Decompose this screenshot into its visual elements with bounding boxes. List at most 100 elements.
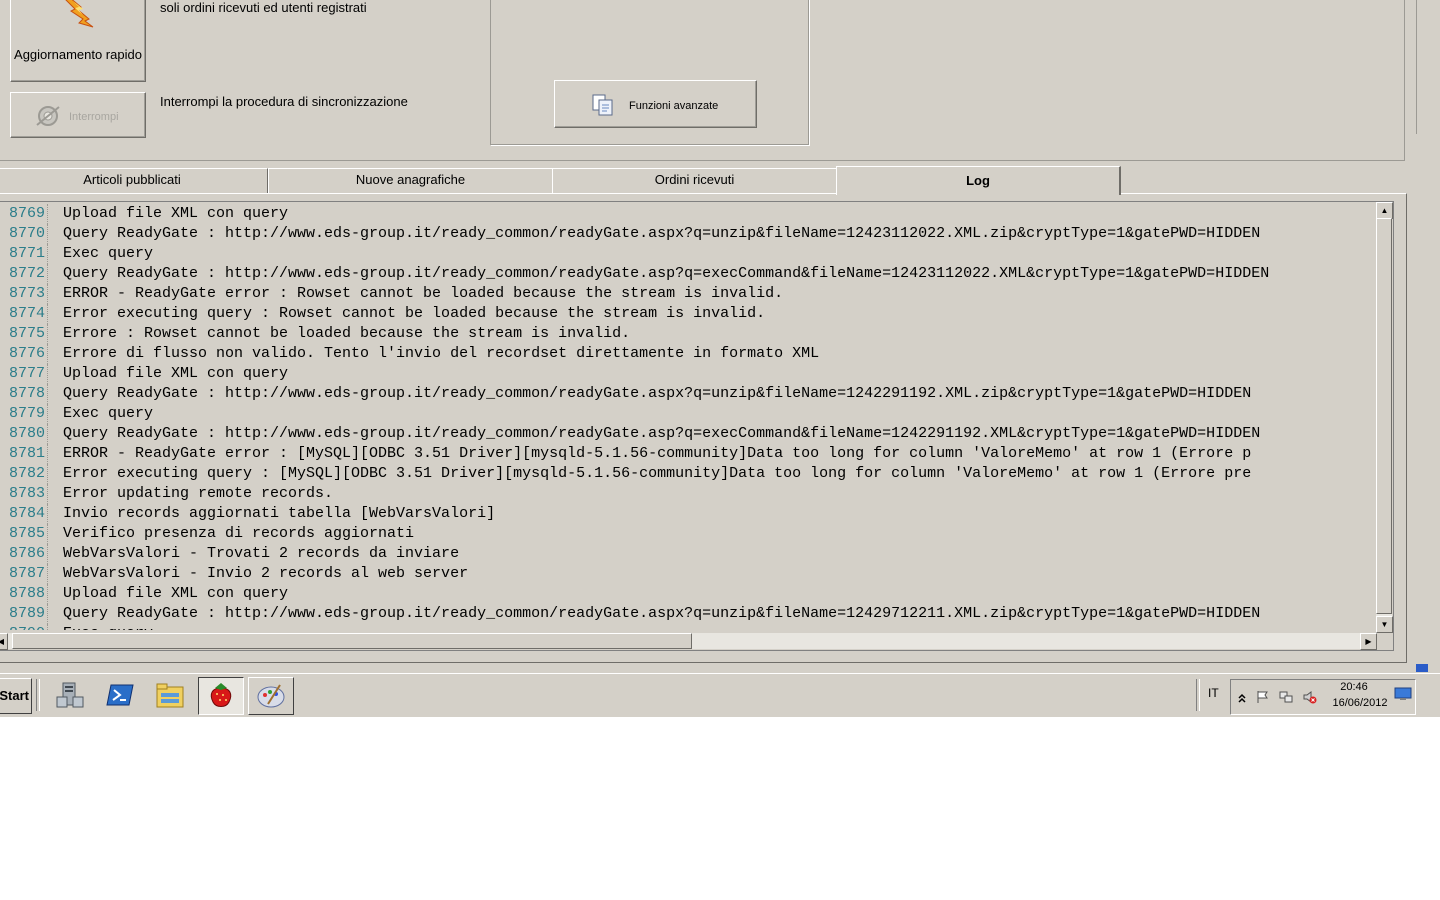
log-line-text: Query ReadyGate : http://www.eds-group.i… [63,225,1261,242]
log-line-text: Error executing query : Rowset cannot be… [63,305,766,322]
log-line-text: Query ReadyGate : http://www.eds-group.i… [63,265,1270,282]
log-line-number: 8788 [0,584,48,604]
log-line-number: 8773 [0,284,48,304]
log-line-number: 8769 [0,204,48,224]
log-line: 8769 Upload file XML con query [0,204,1376,224]
vertical-scrollbar[interactable]: ▲ ▼ [1376,202,1393,633]
tab-nuove-anagrafiche[interactable]: Nuove anagrafiche [268,168,553,193]
volume-muted-icon[interactable] [1303,690,1317,704]
log-line-text: Error updating remote records. [63,485,334,502]
log-line-text: Exec query [63,625,153,630]
log-line-number: 8789 [0,604,48,624]
stop-button[interactable]: Interrompi [10,92,146,138]
log-line: 8772 Query ReadyGate : http://www.eds-gro… [0,264,1376,284]
log-line: 8773 ERROR - ReadyGate error : Rowset can… [0,284,1376,304]
log-line-text: Errore : Rowset cannot be loaded because… [63,325,631,342]
scroll-down-button[interactable]: ▼ [1376,616,1393,633]
strawberry-app-icon [210,683,232,707]
quick-refresh-button[interactable]: Aggiornamento rapido [10,0,146,82]
log-line-number: 8771 [0,244,48,264]
taskbar-server-manager[interactable] [48,677,92,713]
powershell-icon [106,684,134,706]
vertical-scroll-thumb[interactable] [1376,218,1392,614]
stop-label: Interrompi [69,111,119,123]
log-line-text: Verifico presenza di records aggiornati [63,525,415,542]
taskbar-file-explorer[interactable] [148,677,192,713]
show-hidden-icons-icon[interactable] [1235,690,1249,704]
log-line-text: Error executing query : [MySQL][ODBC 3.5… [63,465,1252,482]
log-lines: 8769 Upload file XML con query 8770 Query R… [0,204,1376,630]
log-line-number: 8784 [0,504,48,524]
log-line-text: ERROR - ReadyGate error : Rowset cannot … [63,285,784,302]
stop-description: Interrompi la procedura di sincronizzazi… [160,94,408,109]
log-line: 8788 Upload file XML con query [0,584,1376,604]
sync-controls-panel: Aggiornamento rapido soli ordini ricevut… [0,0,1405,161]
log-textbox[interactable]: 8769 Upload file XML con query 8770 Query R… [0,201,1394,651]
log-line-text: Query ReadyGate : http://www.eds-group.i… [63,605,1261,622]
log-line: 8790 Exec query [0,624,1376,630]
tab-log[interactable]: Log [836,166,1121,195]
language-indicator[interactable]: IT [1208,686,1219,700]
taskbar-strawberry-app[interactable] [198,677,244,715]
lightning-refresh-icon [63,0,103,29]
log-line-number: 8790 [0,624,48,630]
log-line-text: Exec query [63,405,154,422]
log-line: 8785 Verifico presenza di records aggiorn… [0,524,1376,544]
advanced-functions-button[interactable]: Funzioni avanzate [554,80,757,128]
horizontal-scrollbar[interactable]: ◀ ▶ [0,633,1377,650]
network-icon[interactable] [1279,690,1293,704]
taskbar-powershell[interactable] [98,677,142,713]
log-line-text: Upload file XML con query [63,585,289,602]
log-line-number: 8786 [0,544,48,564]
tab-articoli-pubblicati[interactable]: Articoli pubblicati [0,168,268,193]
log-line: 8775 Errore : Rowset cannot be loaded bec… [0,324,1376,344]
log-line-text: Query ReadyGate : http://www.eds-group.i… [63,425,1261,442]
log-line: 8770 Query ReadyGate : http://www.eds-gro… [0,224,1376,244]
clock-date[interactable]: 16/06/2012 [1326,697,1394,709]
file-explorer-icon [156,683,184,708]
log-line-number: 8778 [0,384,48,404]
start-button[interactable]: Start [0,678,32,714]
paint-icon [257,684,285,708]
log-line: 8784 Invio records aggiornati tabella [We… [0,504,1376,524]
log-line-number: 8775 [0,324,48,344]
log-line: 8778 Query ReadyGate : http://www.eds-gro… [0,384,1376,404]
show-desktop-icon[interactable] [1394,687,1412,701]
scroll-left-button[interactable]: ◀ [0,633,8,650]
panel-divider [1416,0,1417,134]
clock-time[interactable]: 20:46 [1334,681,1374,693]
log-line-number: 8770 [0,224,48,244]
scroll-right-button[interactable]: ▶ [1360,633,1377,650]
action-center-flag-icon[interactable] [1255,690,1269,704]
log-line: 8771 Exec query [0,244,1376,264]
log-line-number: 8776 [0,344,48,364]
log-line: 8783 Error updating remote records. [0,484,1376,504]
quick-refresh-label: Aggiornamento rapido [14,47,142,62]
taskbar: Start IT 20:46 16/06/2012 [0,673,1440,717]
log-line-number: 8780 [0,424,48,444]
taskbar-separator-right [1196,679,1200,711]
log-line-number: 8779 [0,404,48,424]
log-line-number: 8774 [0,304,48,324]
log-line-text: Exec query [63,245,154,262]
log-line-text: Upload file XML con query [63,205,289,222]
log-line: 8779 Exec query [0,404,1376,424]
log-line-text: Upload file XML con query [63,365,289,382]
tab-strip: Articoli pubblicati Nuove anagrafiche Or… [0,166,1440,195]
log-line-text: Query ReadyGate : http://www.eds-group.i… [63,385,1252,402]
log-line-text: ERROR - ReadyGate error : [MySQL][ODBC 3… [63,445,1252,462]
scroll-up-button[interactable]: ▲ [1376,202,1393,219]
log-line-number: 8783 [0,484,48,504]
horizontal-scroll-thumb[interactable] [12,633,692,649]
log-line-number: 8785 [0,524,48,544]
tab-ordini-ricevuti[interactable]: Ordini ricevuti [552,168,837,193]
taskbar-paint[interactable] [248,677,294,715]
log-line-number: 8787 [0,564,48,584]
log-line-number: 8772 [0,264,48,284]
log-line: 8777 Upload file XML con query [0,364,1376,384]
quick-refresh-description: soli ordini ricevuti ed utenti registrat… [160,0,367,15]
log-line: 8781 ERROR - ReadyGate error : [MySQL][OD… [0,444,1376,464]
log-line: 8789 Query ReadyGate : http://www.eds-gro… [0,604,1376,624]
server-manager-icon [56,682,84,708]
documents-icon [591,93,615,117]
